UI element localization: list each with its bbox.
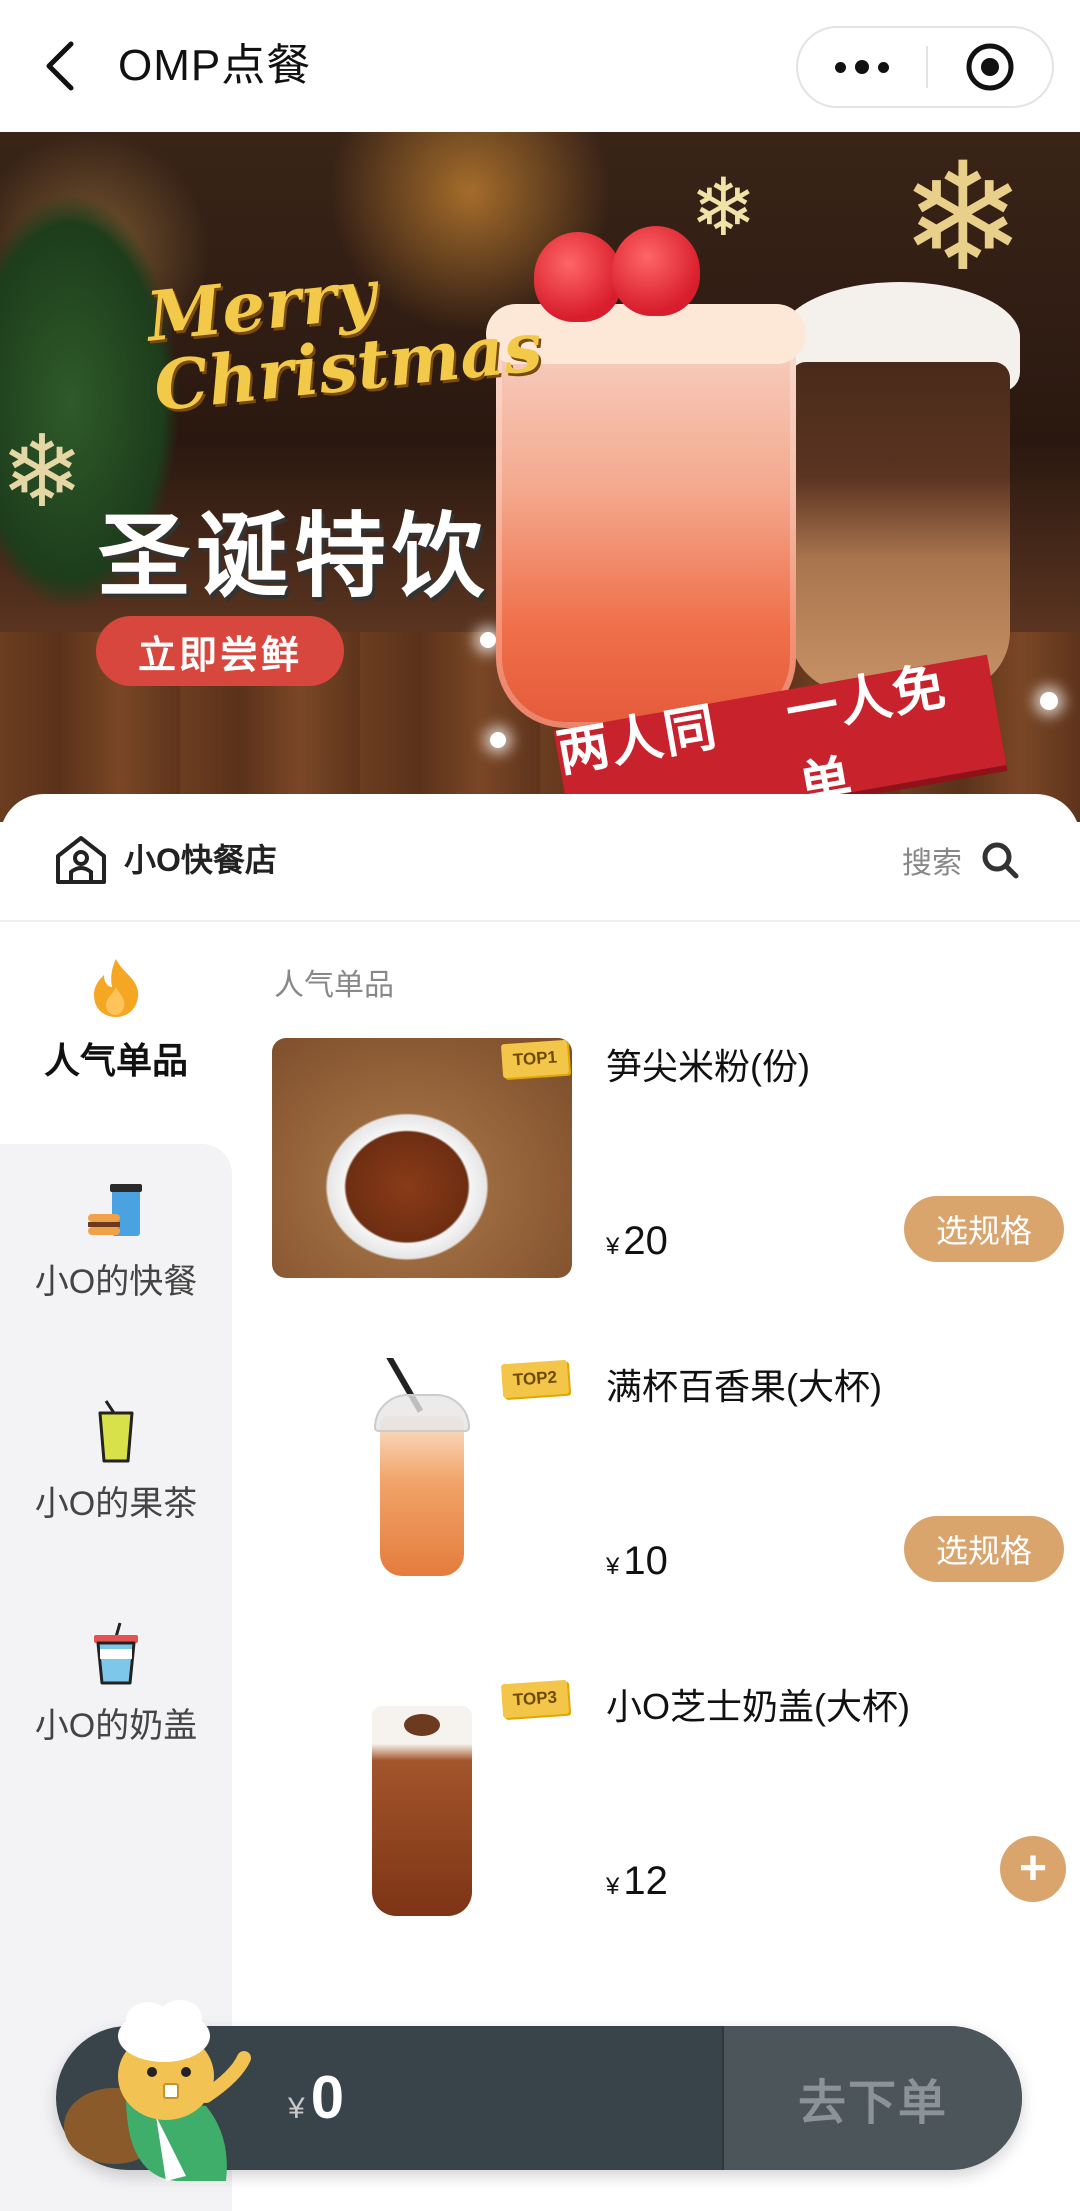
- rank-badge: TOP3: [500, 1679, 570, 1719]
- close-button[interactable]: [928, 28, 1052, 106]
- category-label: 小O的果茶: [34, 1485, 198, 1523]
- product-name: 笋尖米粉(份): [606, 1046, 810, 1087]
- select-spec-button[interactable]: 选规格: [904, 1196, 1064, 1262]
- mini-program-capsule: [796, 26, 1054, 108]
- cart-total: ¥0: [288, 2060, 344, 2152]
- store-name[interactable]: 小O快餐店: [124, 836, 277, 884]
- strawberry-drink-cup: [486, 304, 806, 728]
- rank-badge: TOP1: [500, 1039, 570, 1079]
- store-header: 小O快餐店 搜索: [0, 794, 1080, 922]
- category-label: 小O的奶盖: [34, 1707, 198, 1745]
- category-item-popular[interactable]: 人气单品: [0, 956, 232, 1084]
- cart-total-amount: 0: [310, 2064, 345, 2131]
- category-item-fruit-tea[interactable]: 小O的果茶: [0, 1400, 232, 1525]
- product-name: 满杯百香果(大杯): [606, 1366, 882, 1407]
- burger-drink-icon: [84, 1178, 148, 1242]
- promo-banner[interactable]: ❄ ❄ ❄ Merry Christmas 圣诞特饮 立即尝鲜 两人同行 一人免…: [0, 132, 1080, 822]
- currency-symbol: ¥: [606, 1873, 620, 1900]
- category-item-milk-cap[interactable]: 小O的奶盖: [0, 1622, 232, 1747]
- snowflake-icon: ❄: [900, 133, 1026, 301]
- string-light: [480, 632, 496, 648]
- currency-symbol: ¥: [606, 1553, 620, 1580]
- strawberry: [612, 226, 700, 316]
- chevron-left-icon: [46, 41, 74, 91]
- string-light: [490, 732, 506, 748]
- try-now-button[interactable]: 立即尝鲜: [96, 616, 344, 686]
- product-name: 小O芝士奶盖(大杯): [606, 1686, 910, 1727]
- checkout-button[interactable]: 去下单: [722, 2026, 1022, 2170]
- price-amount: 12: [623, 1859, 668, 1903]
- category-item-fast-food[interactable]: 小O的快餐: [0, 1178, 232, 1303]
- ribbon-spacer: [768, 746, 793, 750]
- more-button[interactable]: [798, 28, 926, 106]
- rank-badge: TOP2: [500, 1359, 570, 1399]
- dome-lid: [374, 1394, 470, 1432]
- more-dots-icon: [835, 61, 846, 73]
- flame-icon: [84, 956, 148, 1020]
- beaver-chef-mascot[interactable]: [56, 1976, 266, 2186]
- strawberry: [534, 232, 622, 322]
- string-light: [1040, 692, 1058, 710]
- select-spec-button[interactable]: 选规格: [904, 1516, 1064, 1582]
- snowflake-icon: ❄: [690, 163, 758, 252]
- section-title: 人气单品: [274, 969, 394, 1002]
- product-list: 人气单品 TOP1 笋尖米粉(份) ¥20 选规格 TOP2 满杯百香果(大杯)…: [232, 924, 1080, 2211]
- back-button[interactable]: [30, 30, 90, 102]
- category-label: 人气单品: [43, 1040, 188, 1081]
- product-card[interactable]: TOP3 小O芝士奶盖(大杯) ¥12 +: [272, 1678, 1072, 1928]
- price-amount: 10: [623, 1539, 668, 1583]
- product-price: ¥12: [606, 1856, 668, 1915]
- target-close-icon: [966, 43, 1014, 91]
- banner-headline: 圣诞特饮: [98, 506, 491, 608]
- milk-cap-icon: [84, 1622, 148, 1686]
- store-icon: [56, 836, 106, 884]
- fruit-tea-icon: [84, 1400, 148, 1464]
- product-price: ¥20: [606, 1216, 668, 1275]
- page-title: OMP点餐: [118, 41, 312, 90]
- product-card[interactable]: TOP1 笋尖米粉(份) ¥20 选规格: [272, 1038, 1072, 1288]
- more-dots-icon-end: [878, 61, 889, 73]
- currency-symbol: ¥: [606, 1233, 620, 1260]
- search-icon: [982, 842, 1019, 879]
- search-button[interactable]: 搜索: [880, 830, 1060, 890]
- cheese-foam-cup: [372, 1706, 472, 1916]
- snowflake-icon: ❄: [0, 416, 84, 528]
- add-to-cart-button[interactable]: +: [1000, 1836, 1066, 1902]
- currency-symbol: ¥: [288, 2092, 305, 2125]
- search-label: 搜索: [902, 847, 962, 880]
- top-navigation-bar: OMP点餐: [0, 0, 1080, 132]
- merry-christmas-script: Merry Christmas: [142, 254, 546, 428]
- product-card[interactable]: TOP2 满杯百香果(大杯) ¥10 选规格: [272, 1358, 1072, 1608]
- category-label: 小O的快餐: [34, 1263, 198, 1301]
- more-dots-icon-center: [855, 60, 869, 74]
- passion-fruit-cup: [374, 1358, 470, 1576]
- price-amount: 20: [623, 1219, 668, 1263]
- cocoa-dust: [404, 1714, 440, 1736]
- product-price: ¥10: [606, 1536, 668, 1595]
